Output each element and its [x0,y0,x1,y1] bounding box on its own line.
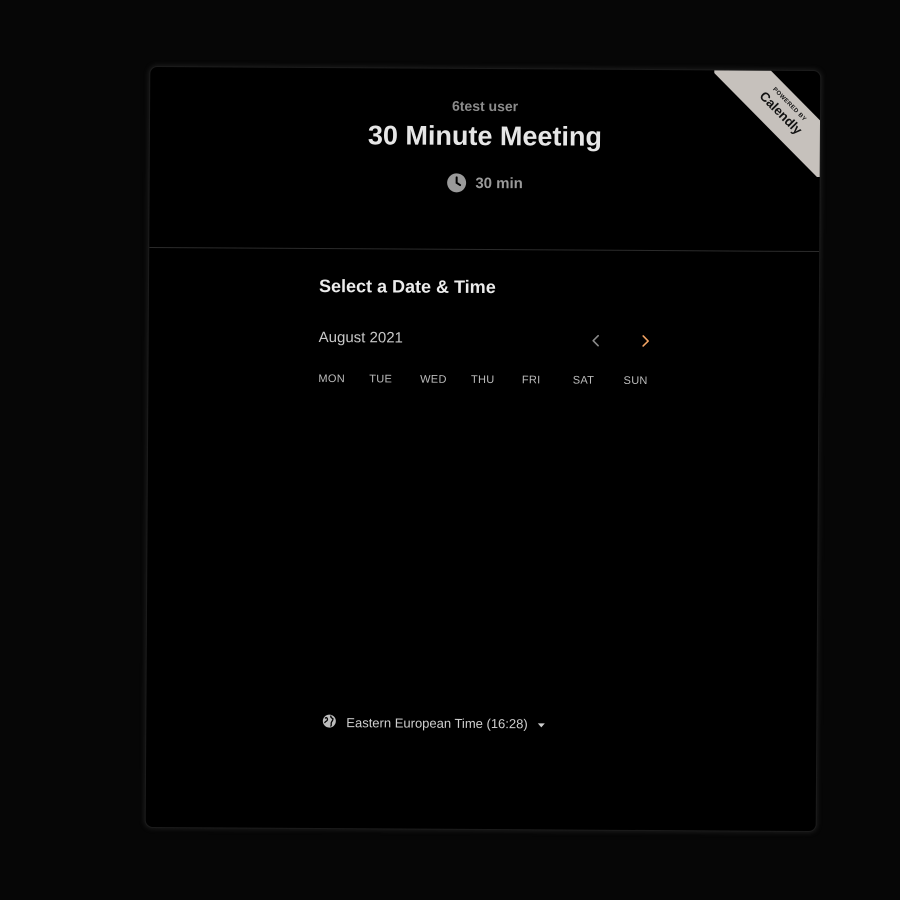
timezone-selector[interactable]: Eastern European Time (16:28) [322,714,546,732]
date-time-selector: Select a Date & Time August 2021 MON TUE [318,276,659,387]
next-month-button[interactable] [634,329,658,353]
month-navigation: August 2021 [319,327,659,353]
weekday-tue: TUE [369,373,393,386]
month-label: August 2021 [318,328,403,347]
scheduling-card: POWERED BY Calendly 6test user 30 Minute… [144,65,822,833]
weekday-wed: WED [420,373,447,386]
chevron-right-icon [642,335,649,347]
caret-down-icon [538,716,546,731]
chevron-left-icon [592,334,599,347]
host-name: 6test user [451,97,519,115]
event-title: 30 Minute Meeting [367,120,603,152]
weekday-mon: MON [318,372,346,386]
weekday-sat: SAT [572,374,595,387]
event-header: 6test user 30 Minute Meeting 30 min [149,66,821,253]
weekday-header: MON TUE WED THU FRI SAT SUN [318,373,674,387]
weekday-fri: FRI [521,374,541,387]
timezone-label: Eastern European Time (16:28) [346,715,528,732]
section-title: Select a Date & Time [318,275,496,298]
event-duration: 30 min [150,171,820,195]
page-background: POWERED BY Calendly 6test user 30 Minute… [0,0,900,900]
duration-label: 30 min [475,174,523,192]
globe-icon [322,714,336,731]
previous-month-button[interactable] [584,329,608,353]
weekday-thu: THU [470,373,495,387]
weekday-sun: SUN [623,374,648,388]
clock-icon [446,173,466,193]
